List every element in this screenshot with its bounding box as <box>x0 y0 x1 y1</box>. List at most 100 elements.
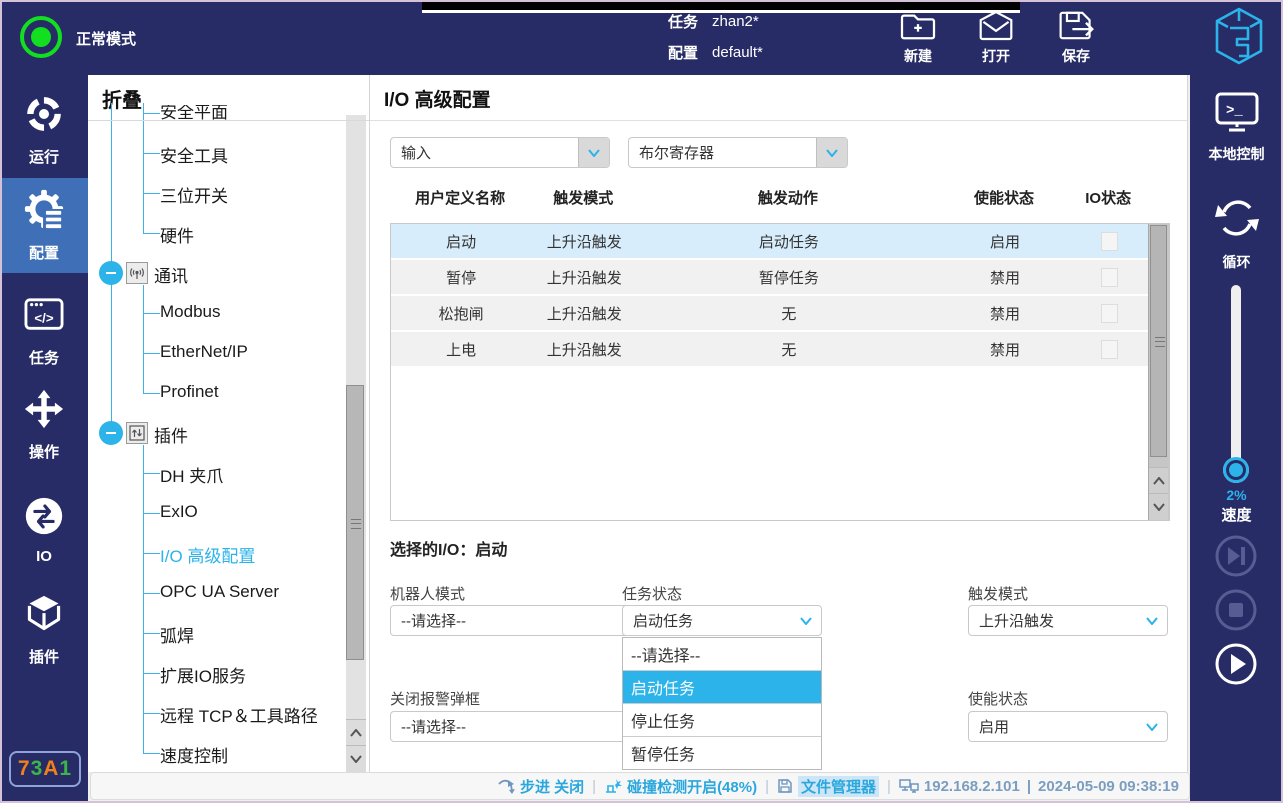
status-separator: | <box>765 778 769 795</box>
nav-item-local-control[interactable]: >_ 本地控制 <box>1190 91 1283 164</box>
task-code-icon: </> <box>23 297 65 340</box>
nav-item-run[interactable]: 运行 <box>0 83 88 178</box>
tree-connector-line <box>143 553 160 554</box>
enable-state-select[interactable]: 启用 <box>968 711 1168 742</box>
tree-expander-icon[interactable] <box>99 261 123 285</box>
io-state-checkbox[interactable] <box>1101 340 1118 359</box>
tree-item-1[interactable]: 安全工具 <box>160 142 228 167</box>
table-cell: 暂停 <box>391 267 531 288</box>
speed-slider-track[interactable] <box>1231 285 1241 481</box>
nav-item-io[interactable]: IO <box>0 483 88 578</box>
tree-item-7[interactable]: Profinet <box>160 382 219 402</box>
table-scrollbar[interactable] <box>1148 224 1169 520</box>
io-state-checkbox[interactable] <box>1101 304 1118 323</box>
tree-item-16[interactable]: 速度控制 <box>160 742 228 767</box>
file-manager-link[interactable]: 文件管理器 <box>777 776 879 797</box>
task-state-value: 启动任务 <box>633 610 693 631</box>
table-row[interactable]: 上电上升沿触发无禁用 <box>391 332 1149 368</box>
new-button[interactable]: 新建 <box>890 8 946 66</box>
io-direction-value: 输入 <box>401 142 431 163</box>
task-state-select[interactable]: 启动任务 <box>622 605 822 636</box>
config-label: 配置 <box>668 42 698 63</box>
tree-scroll-down-button[interactable] <box>346 745 366 772</box>
table-cell: 上升沿触发 <box>531 267 637 288</box>
tree-item-11[interactable]: I/O 高级配置 <box>160 542 255 567</box>
terminal-icon: >_ <box>1213 91 1261 138</box>
table-cell: 上电 <box>391 339 531 360</box>
run-icon <box>24 94 64 139</box>
tree-item-15[interactable]: 远程 TCP＆工具路径 <box>160 702 318 727</box>
dropdown-option[interactable]: 启动任务 <box>623 671 821 704</box>
tree-connector-line <box>143 473 160 474</box>
tree-connector-line <box>143 113 160 114</box>
register-type-select[interactable]: 布尔寄存器 <box>628 137 848 168</box>
slider-thumb-dot <box>1229 463 1243 477</box>
tree-item-2[interactable]: 三位开关 <box>160 182 228 207</box>
nav-item-loop[interactable]: 循环 <box>1190 195 1283 272</box>
tree-connector-line <box>143 313 160 314</box>
status-separator: | <box>1027 778 1031 795</box>
step-mode-status[interactable]: 步进 关闭 <box>497 776 584 797</box>
speed-slider-thumb[interactable] <box>1223 457 1249 483</box>
open-button[interactable]: 打开 <box>968 8 1024 66</box>
save-icon <box>1057 8 1095 42</box>
brand-logo <box>1214 6 1264 71</box>
badge-char: 3 <box>31 757 44 781</box>
tree-panel: 折叠 安全平面安全工具三位开关硬件通讯ModbusEtherNet/IPProf… <box>88 75 370 772</box>
tree-item-5[interactable]: Modbus <box>160 302 220 322</box>
nav-item-config[interactable]: 配置 <box>0 178 88 273</box>
table-scrollbar-thumb[interactable] <box>1150 225 1167 457</box>
nav-label-task: 任务 <box>29 347 59 368</box>
tree-item-4[interactable]: 通讯 <box>154 262 188 287</box>
io-state-checkbox[interactable] <box>1101 268 1118 287</box>
io-direction-select[interactable]: 输入 <box>390 137 610 168</box>
tree-scrollbar-thumb[interactable] <box>346 385 364 660</box>
status-bar: 步进 关闭 | 碰撞检测开启(48%) | 文件管理器 | 192.168.2.… <box>90 772 1190 800</box>
left-nav: 运行 配置 </> 任务 操作 IO 插件 73A1 <box>0 75 88 803</box>
nav-item-task[interactable]: </> 任务 <box>0 285 88 380</box>
tree-item-10[interactable]: ExIO <box>160 502 198 522</box>
collision-icon <box>604 778 622 794</box>
tree-connector-line <box>143 233 160 234</box>
local-control-label: 本地控制 <box>1209 144 1265 164</box>
tree-connector-line <box>143 393 160 394</box>
config-value: default* <box>712 44 763 61</box>
task-label: 任务 <box>668 11 698 32</box>
dropdown-option[interactable]: 暂停任务 <box>623 737 821 769</box>
table-cell: 禁用 <box>941 303 1070 324</box>
tree-item-0[interactable]: 安全平面 <box>160 105 228 120</box>
table-row[interactable]: 暂停上升沿触发暂停任务禁用 <box>391 260 1149 296</box>
badge-char: 1 <box>59 757 72 781</box>
tree-scrollbar[interactable] <box>346 115 366 772</box>
io-state-checkbox[interactable] <box>1101 232 1118 251</box>
tree-item-3[interactable]: 硬件 <box>160 222 194 247</box>
table-scroll-down-button[interactable] <box>1149 493 1168 520</box>
play-button[interactable] <box>1214 642 1258 686</box>
tree-item-6[interactable]: EtherNet/IP <box>160 342 248 362</box>
stop-button[interactable] <box>1214 588 1258 632</box>
tree-item-9[interactable]: DH 夹爪 <box>160 462 223 487</box>
nav-item-operate[interactable]: 操作 <box>0 378 88 473</box>
table-cell: 松抱闸 <box>391 303 531 324</box>
step-forward-button[interactable] <box>1214 534 1258 578</box>
trigger-mode-select[interactable]: 上升沿触发 <box>968 605 1168 636</box>
device-code-badge[interactable]: 73A1 <box>9 751 81 787</box>
updown-icon <box>126 422 148 444</box>
tree-item-13[interactable]: 弧焊 <box>160 622 194 647</box>
tree-scroll-up-button[interactable] <box>346 719 366 746</box>
collision-detection-status[interactable]: 碰撞检测开启(48%) <box>604 776 757 797</box>
nav-label-config: 配置 <box>29 242 59 263</box>
tree-item-14[interactable]: 扩展IO服务 <box>160 662 246 687</box>
table-row[interactable]: 启动上升沿触发启动任务启用 <box>391 224 1149 260</box>
tree-item-12[interactable]: OPC UA Server <box>160 582 279 602</box>
save-button[interactable]: 保存 <box>1048 8 1104 66</box>
table-row[interactable]: 松抱闸上升沿触发无禁用 <box>391 296 1149 332</box>
dropdown-option[interactable]: 停止任务 <box>623 704 821 737</box>
dropdown-option[interactable]: --请选择-- <box>623 638 821 671</box>
nav-item-plugin[interactable]: 插件 <box>0 583 88 678</box>
tree-item-8[interactable]: 插件 <box>154 422 188 447</box>
tree-expander-icon[interactable] <box>99 421 123 445</box>
table-scroll-up-button[interactable] <box>1149 467 1168 494</box>
open-file-icon <box>978 8 1014 42</box>
nav-label-plugin: 插件 <box>29 646 59 667</box>
